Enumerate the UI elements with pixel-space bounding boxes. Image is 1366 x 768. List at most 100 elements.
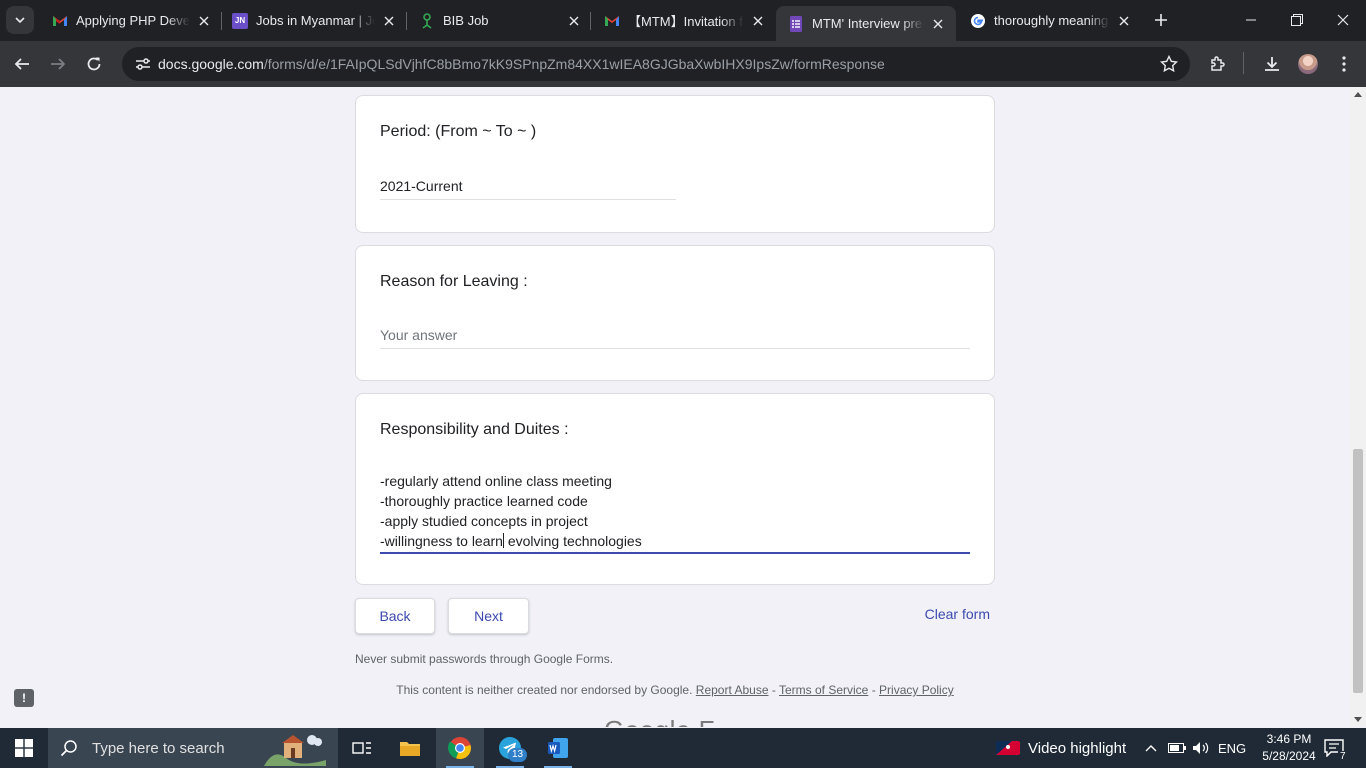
privacy-link[interactable]: Privacy Policy [879,683,954,697]
new-tab-button[interactable] [1150,9,1172,31]
more-vert-icon [1342,56,1346,72]
tab-title: thoroughly meaning [994,13,1109,28]
tab-title: Jobs in Myanmar | Jol [256,13,375,28]
close-icon[interactable] [566,13,582,29]
mlb-logo-icon [996,741,1020,755]
windows-taskbar: Type here to search 13 Video highlight E… [0,728,1366,768]
taskbar-search[interactable]: Type here to search [48,728,338,768]
notification-center-button[interactable]: 7 [1324,728,1348,768]
url-path: /forms/d/e/1FAIpQLSdVjhfC8bBmo7kK9SPnpZm… [263,56,885,72]
question-card-responsibility: Responsibility and Duites : -regularly a… [355,393,995,585]
responsibility-answer-textarea[interactable]: -regularly attend online class meeting -… [380,471,642,551]
search-placeholder: Type here to search [92,739,225,757]
close-icon[interactable] [750,13,766,29]
plus-icon [1155,14,1167,26]
feedback-icon[interactable]: ! [14,689,34,707]
next-button[interactable]: Next [448,598,529,634]
battery-icon[interactable] [1168,728,1186,768]
close-icon[interactable] [930,16,946,32]
close-icon[interactable] [381,13,397,29]
language-indicator[interactable]: ENG [1218,728,1246,768]
profile-button[interactable] [1296,52,1320,76]
task-view-icon [352,742,371,754]
bib-icon [419,12,435,29]
arrow-right-icon [51,58,66,70]
back-nav-button[interactable] [8,50,36,78]
browser-toolbar: docs.google.com/forms/d/e/1FAIpQLSdVjhfC… [0,41,1366,87]
download-icon [1265,57,1279,71]
notification-count: 7 [1338,751,1348,762]
restore-icon [1291,14,1303,26]
search-highlight-icon [264,730,326,768]
chevron-down-icon [15,17,25,24]
input-underline-focused [380,552,970,554]
downloads-button[interactable] [1260,52,1284,76]
toolbar-separator [1243,52,1244,74]
input-underline [380,199,676,200]
tab-mtm-invitation[interactable]: 【MTM】Invitation for [592,4,776,37]
footer-separator: - [771,683,776,697]
reload-button[interactable] [80,50,108,78]
windows-logo-icon [15,739,33,757]
url-host: docs.google.com [158,56,264,72]
question-card-period: Period: (From ~ To ~ ) 2021-Current [355,95,995,233]
answer-line-part: -willingness to learn [380,533,503,549]
tab-strip: Applying PHP Develo JN Jobs in Myanmar |… [0,0,1366,41]
minimize-icon [1246,19,1256,21]
form-footer: This content is neither created nor endo… [0,683,1350,697]
puzzle-icon [1211,56,1225,71]
chrome-taskbar-button[interactable] [436,728,484,768]
period-answer-input[interactable]: 2021-Current [380,178,463,194]
close-icon[interactable] [1116,13,1132,29]
video-highlight-widget[interactable]: Video highlight [996,728,1126,768]
tab-title: Applying PHP Develo [76,13,190,28]
scroll-up-arrow-icon[interactable] [1354,92,1362,97]
scroll-down-arrow-icon[interactable] [1354,717,1362,722]
volume-icon[interactable] [1192,728,1210,768]
scrollbar-thumb[interactable] [1353,449,1363,693]
clear-form-button[interactable]: Clear form [900,606,990,622]
site-info-icon[interactable] [128,57,158,71]
show-hidden-icons-button[interactable] [1145,728,1157,768]
chrome-menu-button[interactable] [1332,52,1356,76]
footer-disclaimer: This content is neither created nor endo… [396,683,693,697]
address-bar[interactable]: docs.google.com/forms/d/e/1FAIpQLSdVjhfC… [122,47,1190,81]
forward-nav-button[interactable] [44,50,72,78]
page-scrollbar[interactable] [1350,87,1366,727]
report-abuse-link[interactable]: Report Abuse [696,683,769,697]
search-icon [60,740,77,757]
extensions-button[interactable] [1206,52,1230,76]
minimize-button[interactable] [1228,0,1274,40]
answer-line-part: evolving technologies [503,533,642,549]
start-button[interactable] [0,728,48,768]
terms-link[interactable]: Terms of Service [779,683,868,697]
url-text: docs.google.com/forms/d/e/1FAIpQLSdVjhfC… [158,56,885,72]
tab-bib-job[interactable]: BIB Job [407,4,592,37]
word-taskbar-button[interactable] [534,728,582,768]
tab-search-button[interactable] [6,6,34,34]
close-window-button[interactable] [1320,0,1366,40]
tab-thoroughly-meaning[interactable]: thoroughly meaning [958,4,1142,37]
google-forms-logo[interactable]: Google F [604,715,715,727]
tab-jobs-myanmar[interactable]: JN Jobs in Myanmar | Jol [220,4,407,37]
close-icon [1337,14,1349,26]
restore-button[interactable] [1274,0,1320,40]
back-button[interactable]: Back [355,598,435,634]
close-icon[interactable] [196,13,212,29]
word-icon [548,738,568,758]
bookmark-star-icon[interactable] [1159,54,1179,78]
task-view-button[interactable] [338,728,386,768]
tab-mtm-interview[interactable]: MTM' Interview pre-c [776,6,956,41]
system-clock[interactable]: 3:46 PM 5/28/2024 [1256,731,1322,765]
file-explorer-button[interactable] [386,728,434,768]
tab-title: MTM' Interview pre-c [812,16,924,31]
question-card-reason: Reason for Leaving : Your answer [355,245,995,381]
answer-line: -thoroughly practice learned code [380,493,588,509]
tab-applying-php[interactable]: Applying PHP Develo [40,4,222,37]
telegram-taskbar-button[interactable]: 13 [486,728,534,768]
form-page: Period: (From ~ To ~ ) 2021-Current Reas… [0,87,1350,727]
answer-line: -apply studied concepts in project [380,513,588,529]
reason-answer-input[interactable]: Your answer [380,327,457,343]
video-highlight-label: Video highlight [1028,739,1127,757]
clock-time: 3:46 PM [1266,732,1312,746]
